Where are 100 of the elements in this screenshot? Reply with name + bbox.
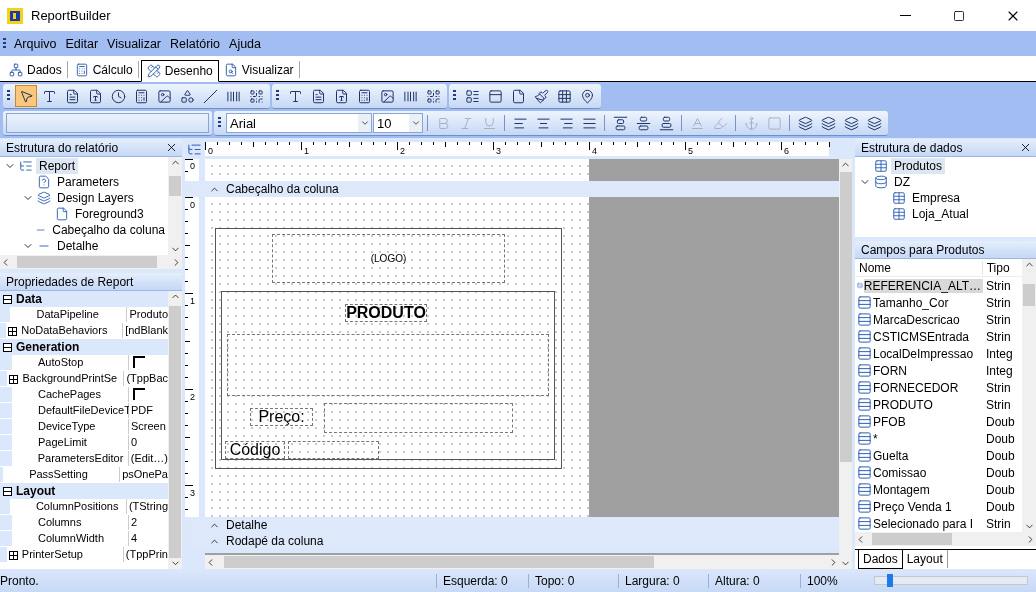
field-icon [857, 329, 872, 344]
slider-thumb[interactable] [887, 574, 894, 587]
menu-item[interactable]: Editar [61, 36, 104, 51]
field-name[interactable]: FORNECEDOR [873, 380, 961, 395]
menu-item[interactable]: Visualizar [103, 36, 166, 51]
tree-item[interactable]: Report [36, 158, 79, 174]
tree-item[interactable]: Empresa [909, 190, 964, 206]
vertical-scrollbar[interactable] [168, 291, 182, 569]
horizontal-scrollbar[interactable] [855, 532, 1036, 546]
property-value[interactable]: 0 [129, 435, 168, 450]
menu-item[interactable]: Relatório [166, 36, 226, 51]
horizontal-scrollbar[interactable] [0, 255, 182, 269]
app-logo [7, 7, 23, 24]
column-header[interactable]: Tipo [982, 260, 1022, 275]
property-value[interactable]: 2 [129, 515, 168, 530]
property-name-text: NoDataBehaviors [21, 324, 108, 336]
field-type: Doub [985, 465, 1016, 480]
scroll-thumb[interactable] [1023, 284, 1035, 306]
align-left-icon [512, 115, 528, 131]
scroll-thumb[interactable] [17, 256, 157, 268]
property-value[interactable]: (Edit…) [128, 451, 168, 466]
minimize-icon [899, 15, 911, 16]
font-color-icon [689, 115, 705, 131]
field-name[interactable]: Comissao [873, 465, 929, 480]
field-name[interactable]: CSTICMSEntrada [873, 329, 972, 344]
expand-box-icon[interactable] [8, 327, 18, 336]
menu-item[interactable]: Arquivo [10, 36, 62, 51]
field-type: Strin [985, 329, 1012, 344]
band-list-icon[interactable] [187, 141, 202, 157]
collapse-box-icon[interactable] [3, 294, 12, 304]
expand-box-icon[interactable] [9, 375, 19, 384]
field-name[interactable]: LocalDeImpressao [873, 346, 976, 361]
property-name: ColumnPositions [9, 499, 127, 514]
field-name[interactable]: REFERENCIA_ALT… [863, 278, 983, 293]
calculator-icon [356, 88, 372, 104]
tree-item[interactable]: Design Layers [54, 190, 137, 206]
tree-item[interactable]: Foreground3 [72, 206, 147, 222]
tree-item[interactable]: Detalhe [54, 238, 102, 254]
property-name: ParametersEditor [11, 451, 129, 466]
horizontal-scrollbar[interactable] [205, 553, 839, 569]
property-value[interactable]: Screen [129, 419, 168, 434]
property-value[interactable]: PDF [129, 403, 168, 418]
field-name[interactable]: PFOB [873, 414, 908, 429]
property-value[interactable]: 4 [129, 531, 168, 546]
field-name[interactable]: Tamanho_Cor [873, 295, 951, 310]
collapse-box-icon[interactable] [3, 486, 12, 496]
field-name[interactable]: Selecionado para I [873, 516, 976, 531]
document-icon [310, 88, 326, 104]
tab[interactable]: Layout [902, 550, 948, 568]
expand-box-icon[interactable] [8, 551, 18, 560]
align-bottom-icon [658, 115, 674, 131]
tab[interactable]: Dados [4, 61, 68, 78]
tab[interactable]: Desenho [140, 60, 219, 82]
tree-item[interactable]: Loja_Atual [909, 206, 972, 222]
tab[interactable]: Cálculo [69, 61, 139, 78]
property-value[interactable]: Produto [127, 307, 168, 322]
pointer-icon [18, 88, 34, 104]
property-value[interactable]: [ndBlank [123, 323, 168, 338]
field-type: Doub [985, 431, 1016, 446]
field-name[interactable]: * [873, 431, 880, 446]
field-icon [857, 414, 872, 429]
scroll-thumb[interactable] [169, 176, 181, 196]
field-name[interactable]: Preço Venda 1 [873, 499, 954, 514]
field-type: Integ [985, 363, 1014, 378]
property-value[interactable]: psOnePa [120, 467, 168, 482]
band-label: Cabeçalho da coluna [226, 182, 339, 196]
anchor-icon [743, 115, 759, 131]
scroll-thumb[interactable] [872, 533, 952, 545]
property-value[interactable]: (TppBac [124, 371, 168, 386]
close-icon[interactable] [165, 141, 178, 154]
property-value[interactable]: (TString [126, 499, 168, 514]
zoom-slider[interactable] [874, 576, 1028, 585]
tree-item[interactable]: Parameters [54, 174, 123, 190]
collapse-box-icon[interactable] [3, 342, 12, 352]
field-type: Strin [985, 278, 1012, 293]
scroll-thumb[interactable] [839, 172, 852, 462]
underline-icon [481, 115, 497, 131]
font-size-selector[interactable]: 10 [373, 113, 423, 133]
tree-item[interactable]: Produtos [891, 158, 946, 174]
tree-item[interactable]: Cabeçalho da coluna [49, 222, 168, 238]
field-name[interactable]: MarcaDescricao [873, 312, 962, 327]
property-value[interactable]: (TppPrin [123, 547, 168, 562]
parameters-icon [37, 175, 51, 189]
close-icon[interactable] [1019, 141, 1032, 154]
magnifier-page-icon [223, 62, 238, 77]
tab[interactable]: Visualizar [218, 61, 300, 78]
font-selector[interactable]: Arial [226, 113, 372, 133]
field-name[interactable]: Montagem [873, 482, 932, 497]
menu-item[interactable]: Ajuda [225, 36, 267, 51]
field-name[interactable]: Guelta [873, 448, 911, 463]
vertical-scrollbar[interactable] [168, 157, 182, 255]
vertical-scrollbar[interactable] [839, 159, 852, 569]
column-header[interactable]: Nome [855, 260, 983, 275]
vertical-scrollbar[interactable] [1022, 259, 1036, 532]
pointer-tool[interactable] [15, 85, 37, 107]
field-name[interactable]: PRODUTO [873, 397, 935, 412]
tree-item[interactable]: DZ [891, 174, 913, 190]
scroll-thumb[interactable] [224, 556, 654, 568]
field-name[interactable]: FORN [873, 363, 909, 378]
scroll-thumb[interactable] [169, 305, 181, 559]
